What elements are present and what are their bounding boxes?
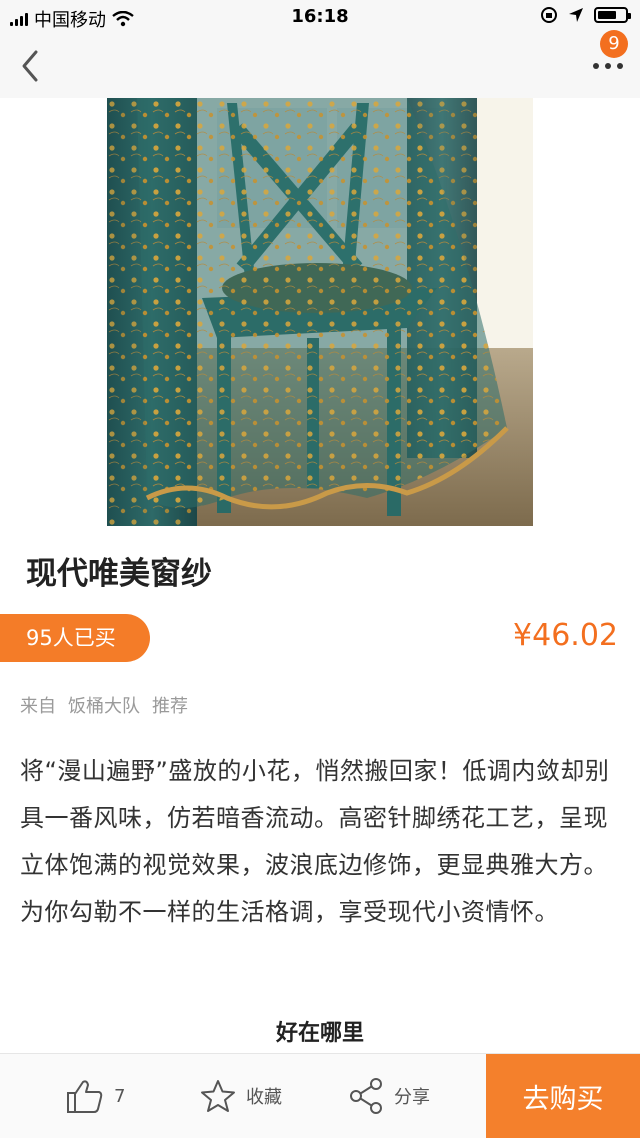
battery-icon — [594, 7, 631, 23]
source-group-link[interactable]: 饭桶大队 — [68, 692, 140, 718]
status-bar: 中国移动 16:18 — [0, 0, 640, 34]
product-description: 将“漫山遍野”盛放的小花，悄然搬回家！低调内敛却别具一番风味，仿若暗香流动。高密… — [20, 757, 610, 926]
product-image — [107, 98, 533, 526]
star-icon — [201, 1080, 235, 1112]
more-icon[interactable] — [590, 54, 626, 78]
back-icon[interactable] — [14, 46, 48, 86]
status-right — [540, 6, 631, 24]
source-line: 来自 饭桶大队 推荐 — [20, 692, 188, 718]
bottom-toolbar: 7 收藏 分享 去购买 — [0, 1053, 640, 1138]
share-button[interactable]: 分享 — [348, 1054, 430, 1138]
location-icon — [569, 8, 583, 22]
buy-button[interactable]: 去购买 — [486, 1054, 640, 1138]
share-label: 分享 — [394, 1087, 430, 1108]
lock-rotation-icon — [541, 7, 557, 23]
product-title: 现代唯美窗纱 — [26, 556, 212, 592]
collect-button[interactable]: 收藏 — [200, 1054, 282, 1138]
source-from: 来自 — [20, 696, 56, 717]
product-price: ¥46.02 — [513, 618, 618, 653]
like-count: 7 — [114, 1085, 126, 1107]
buyers-badge: 95人已买 — [0, 614, 150, 662]
like-button[interactable]: 7 — [66, 1054, 125, 1138]
source-action: 推荐 — [152, 696, 188, 717]
thumb-up-icon — [67, 1080, 103, 1113]
section-heading: 好在哪里 — [275, 1021, 364, 1046]
share-icon — [350, 1078, 382, 1114]
top-bar: 中国移动 16:18 9 — [0, 0, 640, 98]
collect-label: 收藏 — [246, 1087, 282, 1108]
